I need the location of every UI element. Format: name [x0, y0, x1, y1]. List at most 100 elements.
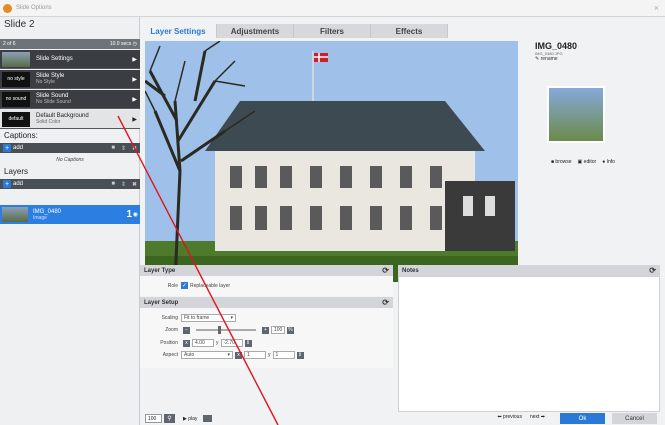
- zoom-out-button[interactable]: −: [183, 326, 190, 334]
- left-panel: Slide 2 2 of 6 10.0 secs ◷ Slide Setting…: [0, 17, 140, 425]
- layer-type: Image: [33, 214, 47, 221]
- trash-icon[interactable]: ■: [111, 145, 115, 152]
- tab-bar: Layer Settings Adjustments Filters Effec…: [140, 24, 448, 38]
- add-layer-label[interactable]: add: [13, 181, 23, 187]
- position-y-icon: y: [216, 340, 219, 346]
- title-bar: Slide Options ×: [0, 0, 665, 17]
- add-caption-button[interactable]: +: [3, 144, 11, 152]
- aspect-label: Aspect: [162, 352, 178, 358]
- app-icon: [3, 3, 12, 13]
- slide-settings-row[interactable]: Slide Settings ▶: [0, 50, 140, 69]
- scaling-label: Scaling: [161, 315, 178, 321]
- layer-type-header[interactable]: Layer Type ⟳: [140, 265, 393, 276]
- collapse-icon[interactable]: ⟳: [382, 298, 389, 307]
- zoom-input[interactable]: 100: [271, 326, 285, 334]
- slide-count: 2 of 6: [3, 41, 16, 47]
- layers-label: Layers: [4, 167, 29, 176]
- image-info: IMG_0480 IMG_0480.JPG ✎ rename ■ browse …: [535, 41, 655, 165]
- tools-icon[interactable]: ✖: [132, 181, 137, 188]
- add-caption-label[interactable]: add: [13, 145, 23, 151]
- play-button[interactable]: ▶ play: [183, 416, 197, 422]
- eye-icon[interactable]: ◉: [133, 211, 138, 218]
- slide-options-window: Slide Options × Slide 2 2 of 6 10.0 secs…: [0, 0, 665, 425]
- chevron-right-icon: ▶: [132, 116, 137, 123]
- slide-sound-row[interactable]: no sound Slide Sound No Slide Sound ▶: [0, 90, 140, 109]
- cancel-button[interactable]: Cancel: [612, 413, 657, 424]
- default-background-row[interactable]: default Default Background Solid Color ▶: [0, 110, 140, 129]
- layer-preview-photo[interactable]: [145, 41, 518, 282]
- background-thumbnail: default: [2, 111, 30, 127]
- slide-title: Slide 2: [4, 19, 35, 30]
- magnifier-icon[interactable]: ⚲: [164, 414, 175, 423]
- tab-effects[interactable]: Effects: [371, 24, 448, 38]
- trash-icon[interactable]: ■: [111, 181, 115, 188]
- style-thumbnail: no style: [2, 71, 30, 87]
- position-x-input[interactable]: 4.00: [192, 339, 214, 347]
- layer-type-body: Role ✓ Replaceable layer: [140, 276, 393, 296]
- chevron-down-icon: ▾: [227, 352, 230, 358]
- tab-layer-settings[interactable]: Layer Settings: [140, 24, 217, 38]
- bottom-bar: 100 ⚲ ▶ play ⬅ previous next ➡ Ok Cancel: [140, 412, 665, 425]
- window-title: Slide Options: [16, 5, 52, 11]
- zoom-in-button[interactable]: +: [262, 326, 269, 334]
- main-panel: Layer Settings Adjustments Filters Effec…: [140, 17, 665, 425]
- up-down-icon[interactable]: ⇕: [121, 181, 126, 188]
- folder-icon: ■: [551, 159, 555, 165]
- aspect-select[interactable]: Auto ▾: [181, 351, 233, 359]
- sound-thumbnail: no sound: [2, 91, 30, 107]
- slider-knob[interactable]: [218, 326, 221, 334]
- layers-toolbar: + add ■ ⇕ ✖: [0, 179, 140, 189]
- position-stepper[interactable]: ⇕: [244, 339, 252, 347]
- close-icon[interactable]: ×: [654, 3, 659, 13]
- layer-name: IMG_0480: [33, 208, 62, 215]
- editor-icon: ▣: [577, 159, 583, 165]
- arrow-right-icon: ➡: [540, 414, 545, 420]
- replaceable-checkbox[interactable]: ✓: [181, 282, 188, 289]
- pencil-icon: ✎: [535, 56, 540, 62]
- image-name: IMG_0480: [535, 41, 578, 51]
- position-y-input[interactable]: -2.70: [220, 339, 243, 347]
- add-layer-button[interactable]: +: [3, 180, 11, 188]
- tab-adjustments[interactable]: Adjustments: [217, 24, 294, 38]
- notes-header[interactable]: Notes ⟳: [398, 265, 660, 276]
- percent-button[interactable]: %: [287, 326, 294, 334]
- row-sublabel: No Style: [36, 79, 55, 85]
- preview-zoom-input[interactable]: 100: [145, 414, 162, 423]
- building-photo: [145, 41, 518, 282]
- zoom-slider[interactable]: [196, 326, 256, 334]
- notes-textarea[interactable]: [398, 276, 660, 412]
- monitor-icon[interactable]: [203, 415, 213, 422]
- slide-duration[interactable]: 10.0 secs ◷: [110, 41, 137, 47]
- play-icon: ▶: [183, 415, 187, 422]
- scaling-select[interactable]: Fit to frame ▾: [181, 314, 236, 322]
- tab-filters[interactable]: Filters: [294, 24, 371, 38]
- zoom-label: Zoom: [165, 327, 178, 333]
- rename-link[interactable]: ✎ rename: [535, 56, 655, 62]
- replaceable-label: Replaceable layer: [190, 282, 231, 289]
- role-label: Role: [167, 282, 178, 289]
- slide-style-row[interactable]: no style Slide Style No Style ▶: [0, 70, 140, 89]
- aspect-x-input[interactable]: 1: [244, 351, 266, 359]
- image-thumbnail: [547, 86, 605, 143]
- collapse-icon[interactable]: ⟳: [649, 266, 656, 275]
- layer-setup-header[interactable]: Layer Setup ⟳: [140, 297, 393, 308]
- info-button[interactable]: ● Info: [602, 159, 615, 165]
- previous-button[interactable]: ⬅ previous: [497, 414, 522, 420]
- layer-number: 1: [126, 209, 132, 220]
- position-label: Position: [160, 340, 178, 346]
- arrow-left-icon: ⬅: [497, 414, 502, 420]
- chevron-right-icon: ▶: [132, 76, 137, 83]
- up-down-icon[interactable]: ⇕: [121, 145, 126, 152]
- tools-icon[interactable]: ✖: [132, 145, 137, 152]
- row-sublabel: Solid Color: [36, 119, 61, 125]
- layer-item[interactable]: IMG_0480 Image 1 ◉: [0, 205, 140, 224]
- collapse-icon[interactable]: ⟳: [382, 266, 389, 275]
- next-button[interactable]: next ➡: [530, 414, 545, 420]
- layer-type-title: Layer Type: [144, 267, 176, 274]
- captions-label: Captions:: [4, 131, 38, 140]
- aspect-y-input[interactable]: 1: [272, 351, 295, 359]
- aspect-stepper[interactable]: ⇕: [296, 351, 304, 359]
- editor-button[interactable]: ▣ editor: [578, 159, 597, 165]
- ok-button[interactable]: Ok: [560, 413, 605, 424]
- browse-button[interactable]: ■ browse: [551, 159, 572, 165]
